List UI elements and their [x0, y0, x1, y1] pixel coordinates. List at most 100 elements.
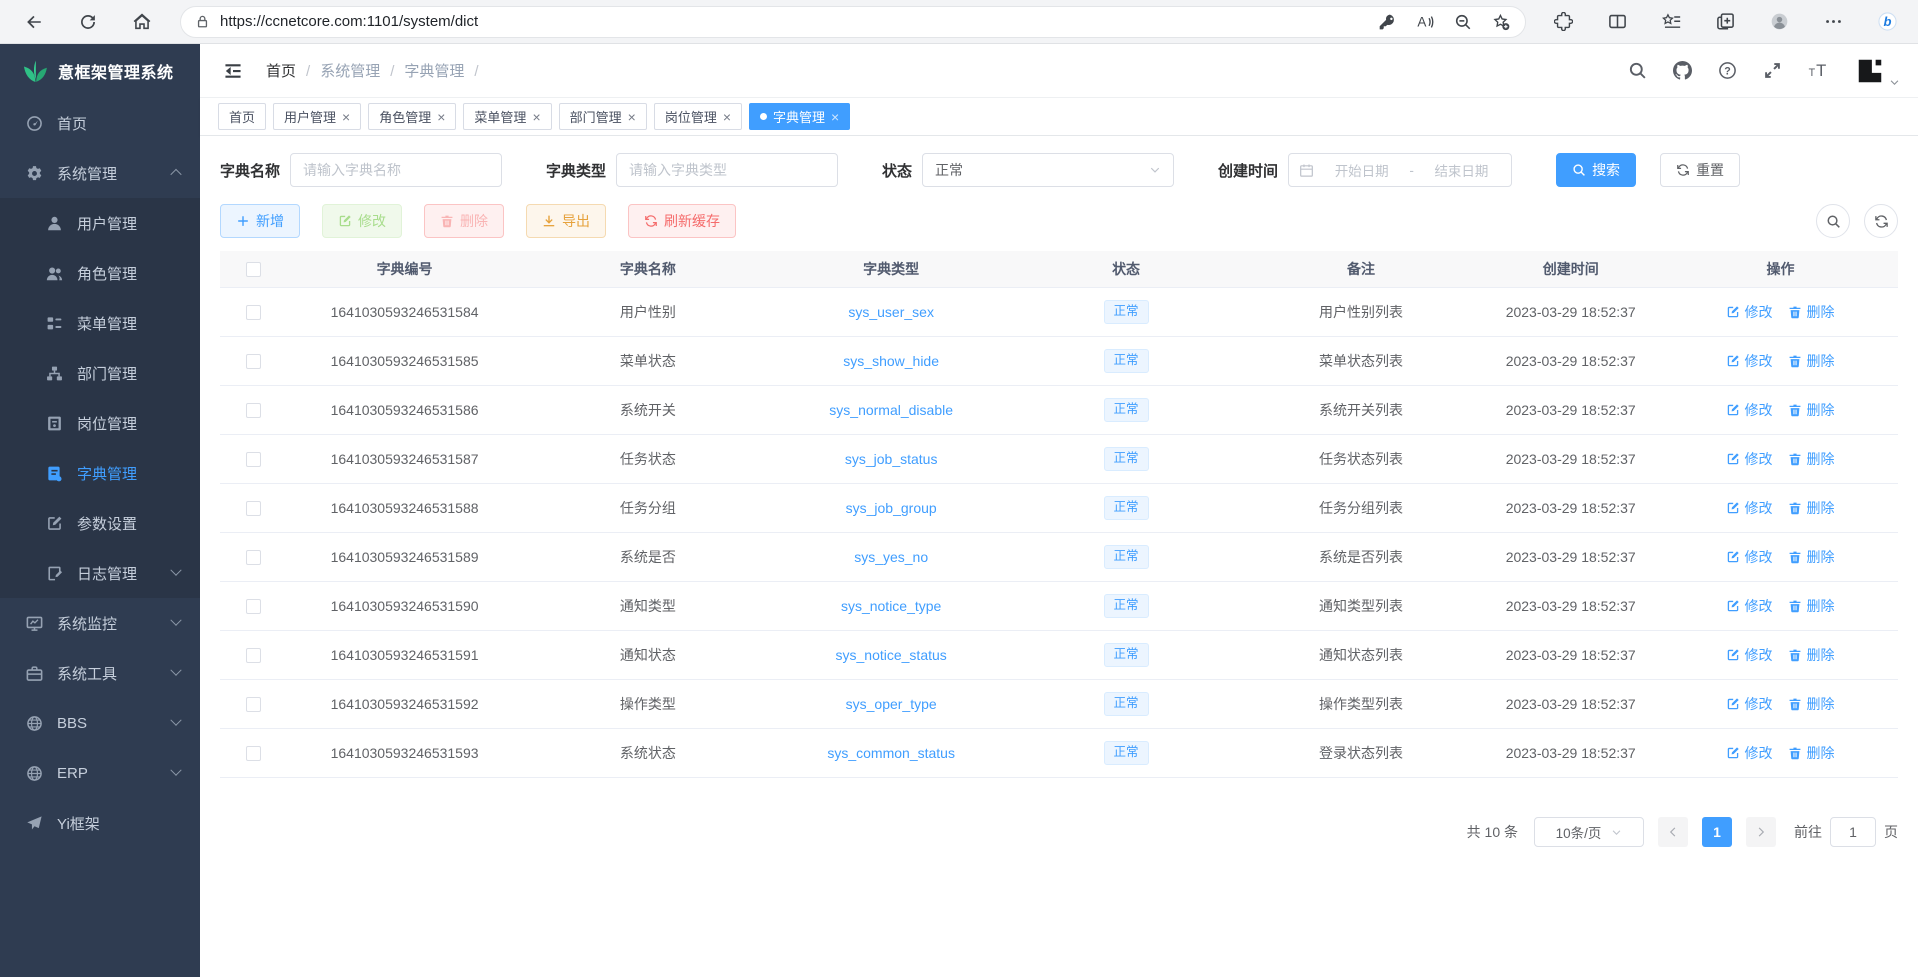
row-checkbox[interactable]	[246, 746, 261, 761]
row-checkbox[interactable]	[246, 599, 261, 614]
row-checkbox[interactable]	[246, 354, 261, 369]
tab-close-icon[interactable]: ×	[628, 110, 636, 124]
row-checkbox[interactable]	[246, 697, 261, 712]
add-button[interactable]: 新增	[220, 204, 300, 238]
sidebar-item[interactable]: 系统监控	[0, 598, 200, 648]
sidebar-item[interactable]: Yi框架	[0, 798, 200, 848]
dict-type-link[interactable]: sys_notice_status	[836, 647, 947, 663]
sidebar-item[interactable]: ERP	[0, 748, 200, 798]
page-size-select[interactable]: 10条/页	[1534, 817, 1644, 847]
page-tab[interactable]: 菜单管理 ×	[463, 103, 551, 130]
row-delete-link[interactable]: 删除	[1788, 645, 1834, 665]
row-delete-link[interactable]: 删除	[1788, 351, 1834, 371]
page-tab[interactable]: 字典管理 ×	[749, 103, 850, 130]
dict-type-link[interactable]: sys_job_status	[845, 451, 938, 467]
row-edit-link[interactable]: 修改	[1726, 449, 1772, 469]
row-checkbox[interactable]	[246, 403, 261, 418]
topbar-button[interactable]	[1757, 56, 1787, 86]
dict-type-link[interactable]: sys_notice_type	[841, 598, 941, 614]
tab-close-icon[interactable]: ×	[831, 110, 839, 124]
row-edit-link[interactable]: 修改	[1726, 400, 1772, 420]
tab-close-icon[interactable]: ×	[532, 110, 540, 124]
refresh-table-button[interactable]	[1864, 204, 1898, 238]
sidebar-item[interactable]: 菜单管理	[0, 298, 200, 348]
tab-close-icon[interactable]: ×	[723, 110, 731, 124]
tab-close-icon[interactable]: ×	[342, 110, 350, 124]
address-bar[interactable]: A	[180, 6, 1526, 38]
delete-button[interactable]: 删除	[424, 204, 504, 238]
show-search-button[interactable]	[1816, 204, 1850, 238]
edit-button[interactable]: 修改	[322, 204, 402, 238]
row-edit-link[interactable]: 修改	[1726, 351, 1772, 371]
topbar-button[interactable]: ?	[1712, 56, 1742, 86]
row-checkbox[interactable]	[246, 501, 261, 516]
sidebar-item[interactable]: 日志管理	[0, 548, 200, 598]
url-input[interactable]	[220, 13, 1373, 30]
dict-type-link[interactable]: sys_user_sex	[848, 304, 934, 320]
dict-type-link[interactable]: sys_show_hide	[843, 353, 939, 369]
row-edit-link[interactable]: 修改	[1726, 645, 1772, 665]
row-edit-link[interactable]: 修改	[1726, 694, 1772, 714]
page-tab[interactable]: 角色管理 ×	[368, 103, 456, 130]
breadcrumb-item[interactable]: 字典管理	[404, 60, 488, 81]
breadcrumb-item[interactable]: 系统管理	[320, 60, 404, 81]
sidebar-item[interactable]: 参数设置	[0, 498, 200, 548]
row-checkbox[interactable]	[246, 452, 261, 467]
sidebar-item[interactable]: 首页	[0, 98, 200, 148]
row-delete-link[interactable]: 删除	[1788, 547, 1834, 567]
browser-action-button[interactable]	[1760, 5, 1798, 39]
sidebar-item[interactable]: 用户管理	[0, 198, 200, 248]
dict-type-link[interactable]: sys_yes_no	[854, 549, 928, 565]
topbar-button[interactable]	[1667, 56, 1697, 86]
date-range-picker[interactable]: 开始日期 - 结束日期	[1288, 153, 1512, 187]
row-edit-link[interactable]: 修改	[1726, 743, 1772, 763]
browser-nav-button[interactable]	[70, 4, 106, 40]
date-start-placeholder[interactable]: 开始日期	[1322, 160, 1401, 180]
sidebar-item[interactable]: 部门管理	[0, 348, 200, 398]
export-button[interactable]: 导出	[526, 204, 606, 238]
row-delete-link[interactable]: 删除	[1788, 694, 1834, 714]
row-delete-link[interactable]: 删除	[1788, 302, 1834, 322]
address-bar-button[interactable]: A	[1411, 8, 1439, 36]
dict-type-link[interactable]: sys_common_status	[827, 745, 955, 761]
sidebar-item[interactable]: BBS	[0, 698, 200, 748]
row-checkbox[interactable]	[246, 648, 261, 663]
browser-action-button[interactable]	[1544, 5, 1582, 39]
dict-type-link[interactable]: sys_oper_type	[846, 696, 937, 712]
row-checkbox[interactable]	[246, 550, 261, 565]
tab-close-icon[interactable]: ×	[437, 110, 445, 124]
address-bar-button[interactable]	[1373, 8, 1401, 36]
browser-action-button[interactable]: b	[1868, 5, 1906, 39]
address-bar-button[interactable]	[1487, 8, 1515, 36]
row-edit-link[interactable]: 修改	[1726, 596, 1772, 616]
browser-action-button[interactable]	[1598, 5, 1636, 39]
row-edit-link[interactable]: 修改	[1726, 498, 1772, 518]
search-button[interactable]: 搜索	[1556, 153, 1636, 187]
sidebar-item[interactable]: 岗位管理	[0, 398, 200, 448]
refresh-cache-button[interactable]: 刷新缓存	[628, 204, 736, 238]
row-checkbox[interactable]	[246, 305, 261, 320]
row-delete-link[interactable]: 删除	[1788, 743, 1834, 763]
reset-button[interactable]: 重置	[1660, 153, 1740, 187]
topbar-button[interactable]: TT	[1802, 56, 1832, 86]
topbar-button[interactable]	[1622, 56, 1652, 86]
sidebar-item[interactable]: 系统工具	[0, 648, 200, 698]
dict-name-input[interactable]	[290, 153, 502, 187]
page-number-button[interactable]: 1	[1702, 817, 1732, 847]
address-bar-button[interactable]	[1449, 8, 1477, 36]
page-tab[interactable]: 岗位管理 ×	[654, 103, 742, 130]
select-all-checkbox[interactable]	[246, 262, 261, 277]
row-delete-link[interactable]: 删除	[1788, 498, 1834, 518]
dict-type-input[interactable]	[616, 153, 838, 187]
row-edit-link[interactable]: 修改	[1726, 547, 1772, 567]
row-edit-link[interactable]: 修改	[1726, 302, 1772, 322]
dict-type-link[interactable]: sys_job_group	[846, 500, 937, 516]
sidebar-item[interactable]: 系统管理	[0, 148, 200, 198]
date-end-placeholder[interactable]: 结束日期	[1422, 160, 1501, 180]
next-page-button[interactable]	[1746, 817, 1776, 847]
page-tab[interactable]: 用户管理 ×	[273, 103, 361, 130]
goto-page-input[interactable]	[1830, 817, 1876, 847]
user-avatar-menu[interactable]	[1855, 56, 1900, 86]
browser-action-button[interactable]	[1652, 5, 1690, 39]
status-select[interactable]: 正常	[922, 153, 1174, 187]
